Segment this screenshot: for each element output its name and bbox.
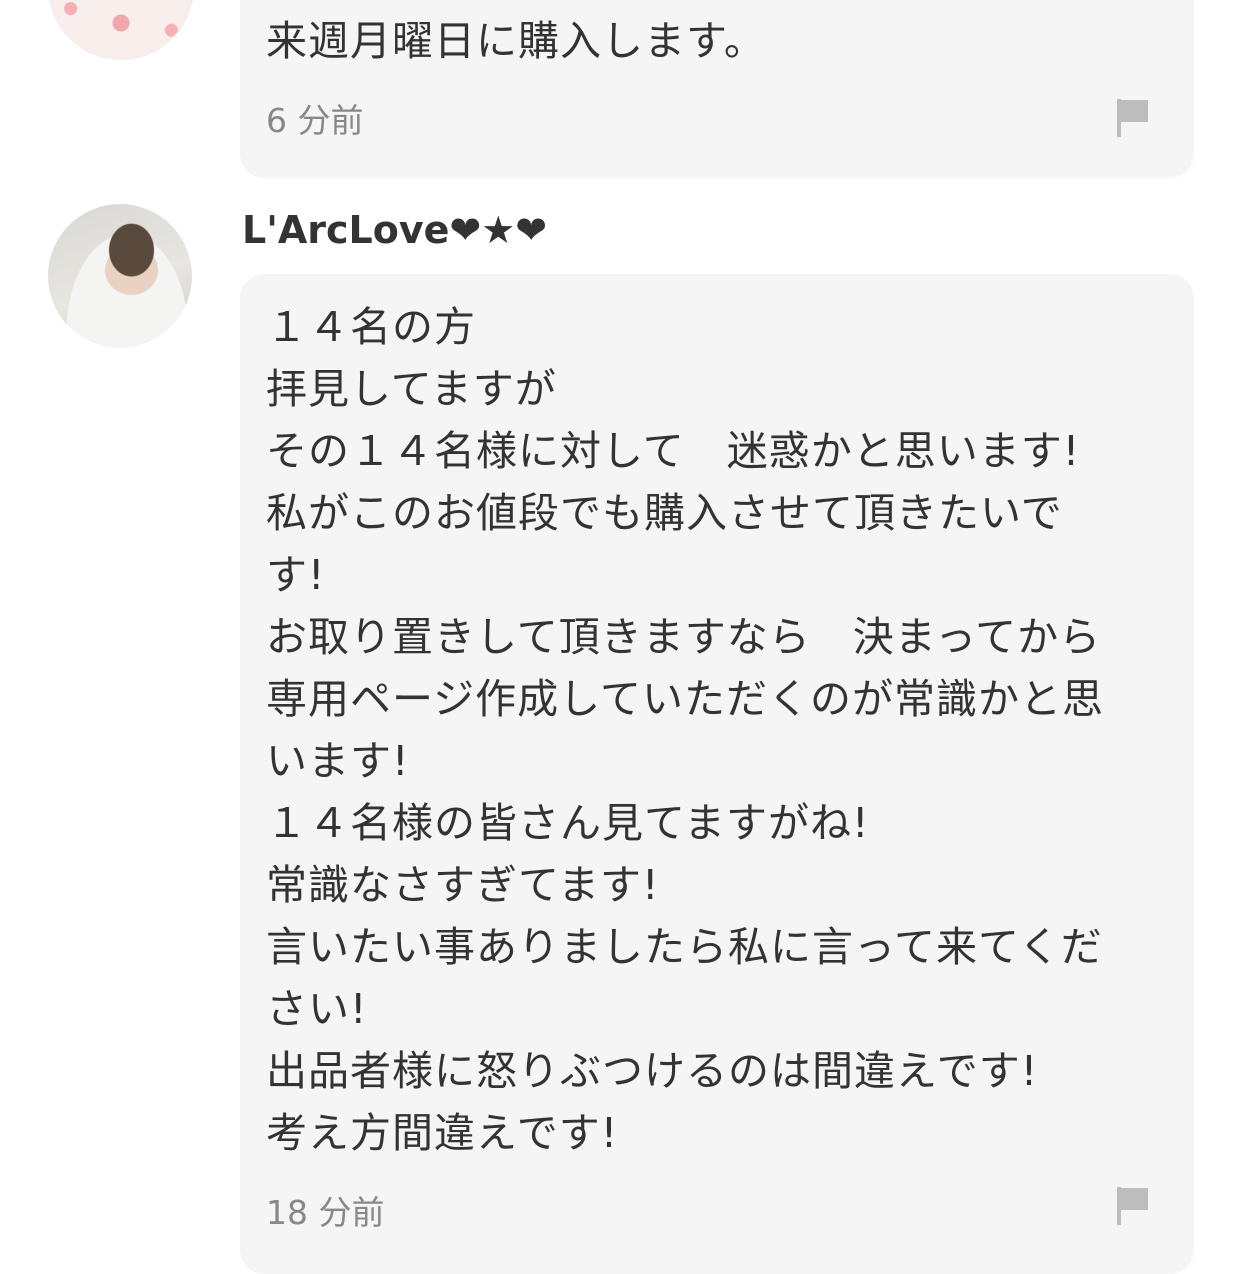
comment-text-line: います! [266,737,410,785]
comment-text-line: 私がこのお値段でも購入させて頂きたいで [266,489,1063,537]
comment-item: L'ArcLove❤★❤ １４名の方 拝見してますが その１４名様に対して 迷惑… [0,190,1242,1274]
comment-text-line: さい! [266,985,368,1033]
avatar[interactable] [48,204,192,348]
comment-text-line: す! [266,551,326,599]
comment-timestamp: 18 分前 [266,1193,385,1232]
comment-text-line: 常識なさすぎてます! [266,861,660,909]
avatar[interactable] [48,0,194,60]
comment-item: 来週月曜日に購入します。 6 分前 [0,0,1242,190]
comment-text-line: 考え方間違えです! [266,1109,619,1157]
comment-text-line: 来週月曜日に購入します。 [266,17,766,65]
comment-bubble: 来週月曜日に購入します。 6 分前 [240,0,1194,178]
comment-text-line: 言いたい事ありましたら私に言って来てくだ [266,923,1103,971]
comment-timestamp: 6 分前 [266,101,364,140]
comment-text-line: お取り置きして頂きますなら 決まってから [266,613,1102,661]
comment-text-line: 専用ページ作成していただくのが常識かと思 [266,675,1104,723]
report-flag-icon[interactable] [1116,98,1150,138]
comment-text: １４名の方 拝見してますが その１４名様に対して 迷惑かと思います! 私がこのお… [266,296,1168,1164]
report-flag-icon[interactable] [1116,1186,1150,1226]
comment-text-line: その１４名様に対して 迷惑かと思います! [266,427,1081,475]
comment-text-line: 拝見してますが [266,365,557,413]
comment-text: 来週月曜日に購入します。 [266,10,1168,72]
comment-text-line: １４名の方 [266,303,476,351]
comment-text-line: 出品者様に怒りぶつけるのは間違えです! [266,1047,1039,1095]
comment-text-line: １４名様の皆さん見てますがね! [266,799,870,847]
comment-bubble: １４名の方 拝見してますが その１４名様に対して 迷惑かと思います! 私がこのお… [240,274,1194,1274]
comment-username[interactable]: L'ArcLove❤★❤ [242,208,547,252]
